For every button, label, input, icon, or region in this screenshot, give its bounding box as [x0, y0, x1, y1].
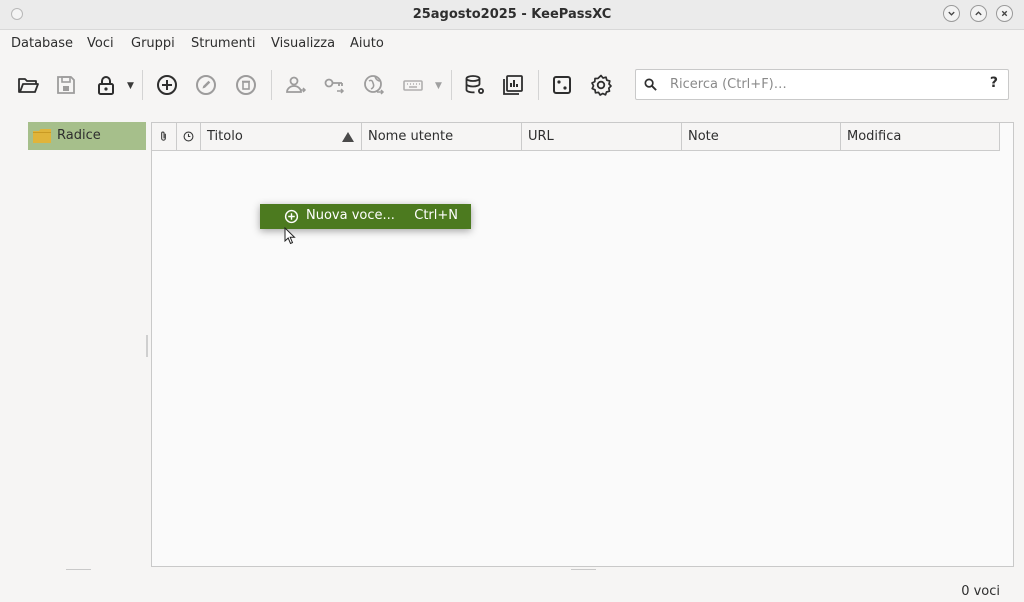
menu-database[interactable]: Database — [11, 36, 73, 51]
open-url-button[interactable] — [359, 70, 389, 100]
save-database-icon — [57, 76, 75, 94]
add-entry-button[interactable] — [152, 70, 182, 100]
status-entry-count: 0 voci — [961, 584, 1000, 599]
clock-icon — [183, 131, 194, 142]
column-modified[interactable]: Modifica — [841, 123, 1000, 151]
column-attachment[interactable] — [152, 123, 177, 151]
search-icon — [644, 78, 657, 91]
password-generator-icon — [553, 76, 571, 94]
lock-database-icon — [98, 76, 114, 95]
table-header: Titolo Nome utente URL Note Modifica — [152, 123, 1000, 151]
title-bar: 25agosto2025 - KeePassXC — [0, 0, 1024, 30]
context-menu-shortcut: Ctrl+N — [414, 208, 458, 223]
group-item-root[interactable]: Radice — [28, 122, 146, 150]
open-database-icon — [18, 78, 39, 93]
folder-icon — [33, 129, 51, 143]
menu-voci[interactable]: Voci — [87, 36, 114, 51]
panel-grip[interactable] — [571, 569, 596, 570]
delete-entry-icon — [236, 75, 256, 95]
chevron-up-icon — [975, 11, 982, 16]
database-settings-icon — [465, 75, 484, 94]
database-settings-button[interactable] — [460, 70, 490, 100]
save-database-button[interactable] — [51, 70, 81, 100]
copy-username-icon — [286, 76, 307, 93]
menu-visualizza[interactable]: Visualizza — [271, 36, 335, 51]
sort-ascending-icon — [342, 132, 354, 142]
delete-entry-button[interactable] — [231, 70, 261, 100]
column-title[interactable]: Titolo — [201, 123, 362, 151]
toolbar-separator — [271, 70, 272, 100]
column-username-label: Nome utente — [368, 129, 454, 144]
copy-password-icon — [324, 78, 345, 94]
menu-strumenti[interactable]: Strumenti — [191, 36, 256, 51]
column-modified-label: Modifica — [847, 129, 902, 144]
search-placeholder: Ricerca (Ctrl+F)… — [670, 77, 787, 92]
add-entry-icon — [157, 75, 177, 95]
column-url[interactable]: URL — [522, 123, 682, 151]
edit-entry-icon — [196, 75, 216, 95]
column-notes[interactable]: Note — [682, 123, 841, 151]
chevron-down-icon — [948, 11, 955, 16]
column-notes-label: Note — [688, 129, 719, 144]
autotype-button[interactable] — [398, 70, 428, 100]
menu-bar: Database Voci Gruppi Strumenti Visualizz… — [0, 30, 1024, 58]
autotype-dropdown-icon[interactable]: ▼ — [435, 81, 442, 91]
minimize-button[interactable] — [943, 5, 960, 22]
close-button[interactable] — [996, 5, 1013, 22]
gear-icon — [591, 74, 612, 96]
autotype-icon — [403, 80, 423, 91]
database-reports-button[interactable] — [498, 70, 528, 100]
search-input[interactable]: Ricerca (Ctrl+F)… ? — [635, 69, 1009, 100]
panel-grip[interactable] — [66, 569, 91, 570]
maximize-button[interactable] — [970, 5, 987, 22]
open-url-icon — [364, 75, 385, 95]
context-menu-new-entry[interactable]: Nuova voce... Ctrl+N — [260, 204, 471, 229]
settings-button[interactable] — [586, 70, 616, 100]
search-help-button[interactable]: ? — [990, 75, 998, 91]
database-reports-icon — [503, 75, 523, 95]
copy-username-button[interactable] — [280, 70, 310, 100]
add-entry-icon — [284, 209, 299, 224]
toolbar-separator — [451, 70, 452, 100]
entries-table: Titolo Nome utente URL Note Modifica — [151, 122, 1014, 567]
paperclip-icon — [161, 131, 166, 141]
menu-aiuto[interactable]: Aiuto — [350, 36, 384, 51]
open-database-button[interactable] — [13, 70, 43, 100]
toolbar-separator — [142, 70, 143, 100]
column-expires[interactable] — [177, 123, 201, 151]
toolbar-separator — [538, 70, 539, 100]
group-item-label: Radice — [57, 128, 101, 143]
groups-panel: Radice — [0, 112, 147, 567]
close-icon — [1001, 10, 1008, 17]
panel-splitter-handle[interactable] — [146, 335, 148, 357]
password-generator-button[interactable] — [547, 70, 577, 100]
mouse-cursor-icon — [284, 227, 296, 245]
column-username[interactable]: Nome utente — [362, 123, 522, 151]
context-menu-item-label: Nuova voce... — [306, 208, 395, 223]
menu-gruppi[interactable]: Gruppi — [131, 36, 175, 51]
column-title-label: Titolo — [207, 129, 243, 144]
edit-entry-button[interactable] — [191, 70, 221, 100]
lock-database-button[interactable] — [91, 70, 121, 100]
column-url-label: URL — [528, 129, 554, 144]
window-title: 25agosto2025 - KeePassXC — [412, 7, 612, 22]
lock-dropdown-icon[interactable]: ▼ — [127, 81, 134, 91]
copy-password-button[interactable] — [319, 70, 349, 100]
